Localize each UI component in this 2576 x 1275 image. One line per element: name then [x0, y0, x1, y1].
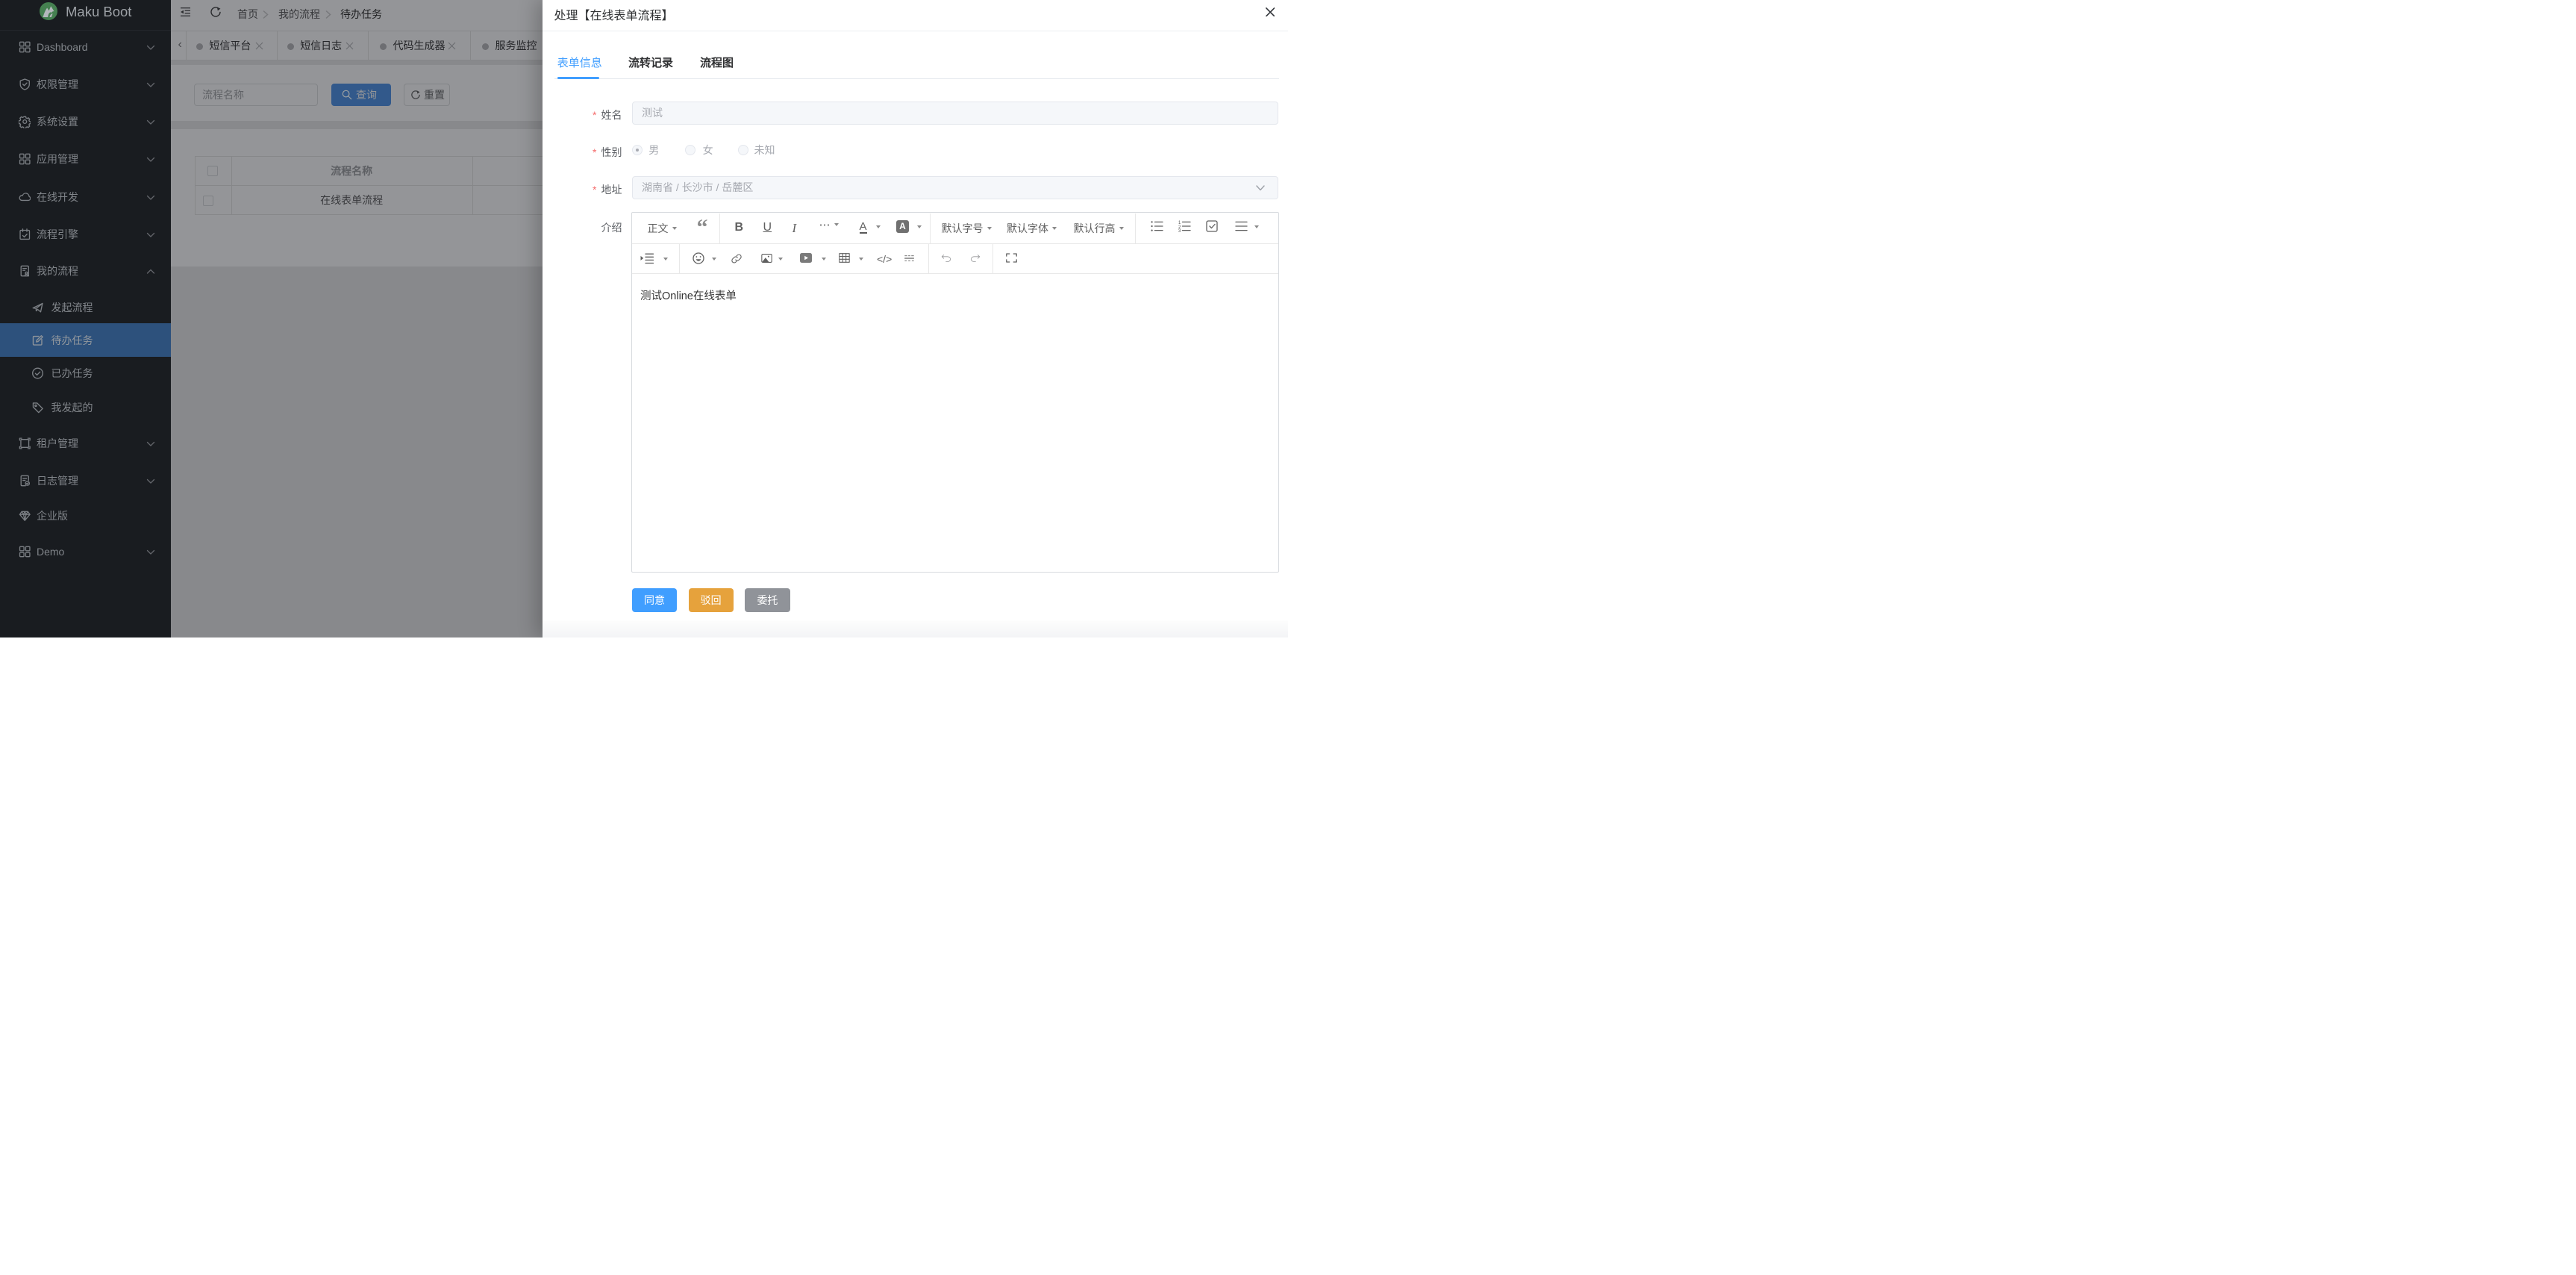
svg-text:3: 3	[1178, 229, 1181, 232]
